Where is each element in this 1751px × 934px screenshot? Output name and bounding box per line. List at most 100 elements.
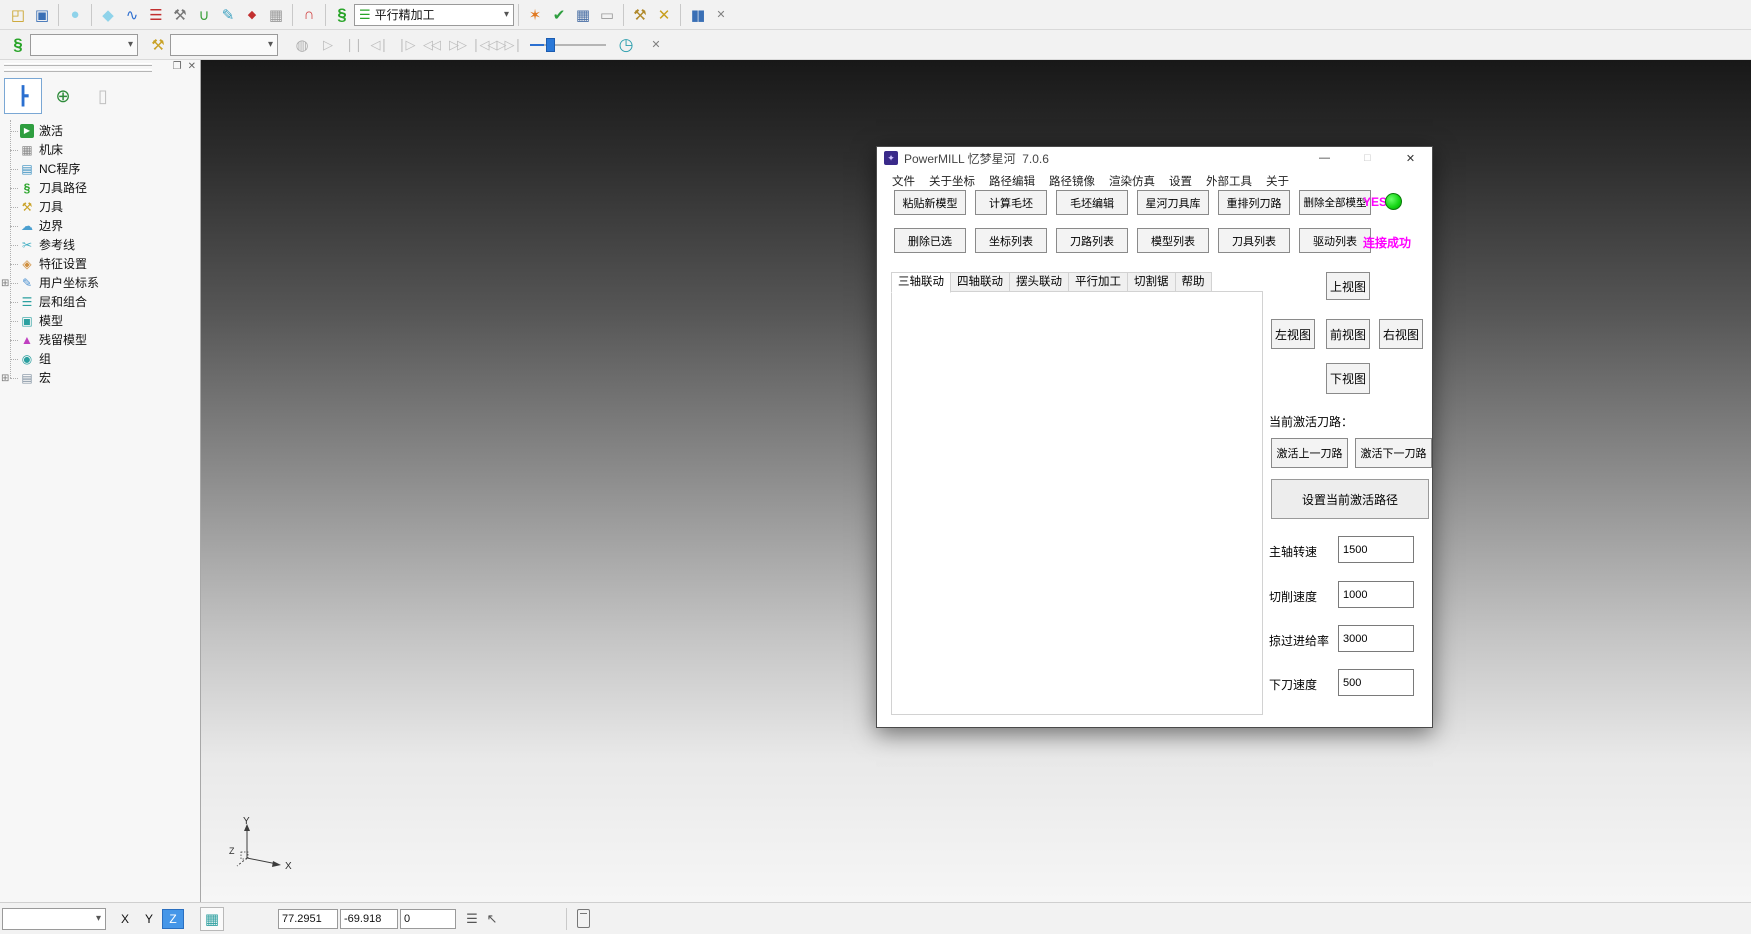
skim-feed-input[interactable] xyxy=(1338,625,1414,652)
menu-render-sim[interactable]: 渲染仿真 xyxy=(1107,171,1157,191)
plunge-feed-input[interactable] xyxy=(1338,669,1414,696)
view-top-button[interactable]: 上视图 xyxy=(1326,272,1370,300)
tree-item-nc-program[interactable]: ▤ NC程序 xyxy=(0,160,200,179)
save-icon[interactable]: ▣ xyxy=(30,3,54,27)
delete-all-models-button[interactable]: 删除全部模型 xyxy=(1299,190,1371,215)
step-back-button[interactable]: ◁❘ xyxy=(366,37,392,53)
ruler-icon[interactable]: ▭ xyxy=(595,3,619,27)
tree-item-group[interactable]: ◉ 组 xyxy=(0,350,200,369)
tree-item-pattern[interactable]: ✂ 参考线 xyxy=(0,236,200,255)
tree-item-levels[interactable]: ☰ 层和组合 xyxy=(0,293,200,312)
toolpath-create-icon[interactable]: ∿ xyxy=(120,3,144,27)
cutting-feed-input[interactable] xyxy=(1338,581,1414,608)
pattern-icon[interactable]: ∪ xyxy=(192,3,216,27)
tab-head-tilt[interactable]: 摆头联动 xyxy=(1010,272,1069,292)
nc-program-icon[interactable]: ☰ xyxy=(144,3,168,27)
tool-list-button[interactable]: 刀具列表 xyxy=(1218,228,1290,253)
tree-item-tool[interactable]: ⚒ 刀具 xyxy=(0,198,200,217)
tool-combobox[interactable]: ▾ xyxy=(170,34,278,56)
tool-change-icon[interactable]: ⚒ xyxy=(628,3,652,27)
menu-path-edit[interactable]: 路径编辑 xyxy=(987,171,1037,191)
dialog-titlebar[interactable]: ✦ PowerMILL 忆梦星河 7.0.6 — □ ✕ xyxy=(877,147,1432,169)
tree-item-toolpath[interactable]: § 刀具路径 xyxy=(0,179,200,198)
toolpath-icon[interactable]: § xyxy=(6,33,30,57)
toolbar-close-icon[interactable]: ✕ xyxy=(709,3,733,27)
workplane-list-button[interactable]: 坐标列表 xyxy=(975,228,1047,253)
expand-icon[interactable]: ⊞ xyxy=(1,274,9,293)
delete-selected-button[interactable]: 删除已选 xyxy=(894,228,966,253)
pause-button[interactable]: ❘❘ xyxy=(340,37,366,53)
play-button[interactable]: ▷ xyxy=(314,37,340,53)
maximize-button[interactable]: □ xyxy=(1346,147,1389,169)
go-to-end-button[interactable]: ▷▷❘ xyxy=(496,37,522,53)
tab-parallel[interactable]: 平行加工 xyxy=(1069,272,1128,292)
tree-item-macro[interactable]: ⊞ ▤ 宏 xyxy=(0,369,200,388)
tool-ball-icon[interactable]: ⚒ xyxy=(168,3,192,27)
toolpath-strategy-icon[interactable]: § xyxy=(330,3,354,27)
clock-icon[interactable]: ◷ xyxy=(614,33,638,57)
rewind-button[interactable]: ◁◁ xyxy=(418,37,444,53)
tree-item-machine[interactable]: ▦ 机床 xyxy=(0,141,200,160)
menu-path-mirror[interactable]: 路径镜像 xyxy=(1047,171,1097,191)
panel-grab-handle[interactable] xyxy=(4,63,152,66)
tab-4axis[interactable]: 四轴联动 xyxy=(951,272,1010,292)
slider-handle[interactable] xyxy=(546,38,555,52)
tree-item-stock-model[interactable]: ▲ 残留模型 xyxy=(0,331,200,350)
simulation-block-icon[interactable]: ▦ xyxy=(264,3,288,27)
status-combobox[interactable]: ▾ xyxy=(2,908,106,930)
collision-check-icon[interactable]: ✶ xyxy=(523,3,547,27)
panel-grab-handle[interactable] xyxy=(4,69,152,72)
view-bottom-button[interactable]: 下视图 xyxy=(1326,363,1370,394)
go-to-start-button[interactable]: ❘◁◁ xyxy=(470,37,496,53)
view-right-button[interactable]: 右视图 xyxy=(1379,319,1423,349)
toolpath-combobox[interactable]: ▾ xyxy=(30,34,138,56)
tool-icon[interactable]: ⚒ xyxy=(146,33,170,57)
tab-explorer-recycle[interactable]: ▯ xyxy=(84,78,122,114)
grid-toggle-button[interactable]: ▦ xyxy=(200,907,224,931)
menu-file[interactable]: 文件 xyxy=(890,171,917,191)
tree-item-boundary[interactable]: ☁ 边界 xyxy=(0,217,200,236)
view-left-button[interactable]: 左视图 xyxy=(1271,319,1315,349)
axis-y-button[interactable]: Y xyxy=(138,909,160,929)
tool-library-button[interactable]: 星河刀具库 xyxy=(1137,190,1209,215)
points-icon[interactable]: ◆ xyxy=(240,3,264,27)
set-active-path-button[interactable]: 设置当前激活路径 xyxy=(1271,479,1429,519)
tab-explorer-web[interactable]: ⊕ xyxy=(44,78,82,114)
view-front-button[interactable]: 前视图 xyxy=(1326,319,1370,349)
lightbulb-icon[interactable]: ◍ xyxy=(290,33,314,57)
verify-icon[interactable]: ✔ xyxy=(547,3,571,27)
transform-icon[interactable]: ✕ xyxy=(652,3,676,27)
stock-model-icon[interactable]: ▮▮ xyxy=(685,3,709,27)
panel-close-icon[interactable]: ✕ xyxy=(188,61,196,72)
shaded-view-icon[interactable]: ● xyxy=(63,3,87,27)
tree-item-activate[interactable]: ▶ 激活 xyxy=(0,122,200,141)
drive-list-button[interactable]: 驱动列表 xyxy=(1299,228,1371,253)
toolpath-list-button[interactable]: 刀路列表 xyxy=(1056,228,1128,253)
reorder-toolpath-button[interactable]: 重排列刀路 xyxy=(1218,190,1290,215)
close-button[interactable]: ✕ xyxy=(1389,147,1432,169)
tree-item-feature-set[interactable]: ◈ 特征设置 xyxy=(0,255,200,274)
tab-explorer-tree[interactable]: ┣ xyxy=(4,78,42,114)
model-list-button[interactable]: 模型列表 xyxy=(1137,228,1209,253)
menu-settings[interactable]: 设置 xyxy=(1167,171,1194,191)
menu-external-tools[interactable]: 外部工具 xyxy=(1204,171,1254,191)
step-forward-button[interactable]: ❘▷ xyxy=(392,37,418,53)
activate-next-toolpath-button[interactable]: 激活下一刀路 xyxy=(1355,438,1432,468)
simulation-speed-slider[interactable] xyxy=(530,38,606,52)
activate-prev-toolpath-button[interactable]: 激活上一刀路 xyxy=(1271,438,1348,468)
panel-dock-icon[interactable]: ❐ xyxy=(173,61,182,72)
open-icon[interactable]: ◰ xyxy=(6,3,30,27)
minimize-button[interactable]: — xyxy=(1303,147,1346,169)
tab-3axis[interactable]: 三轴联动 xyxy=(891,272,951,293)
tab-help[interactable]: 帮助 xyxy=(1176,272,1212,292)
calc-block-button[interactable]: 计算毛坯 xyxy=(975,190,1047,215)
block-icon[interactable]: ◆ xyxy=(96,3,120,27)
menu-workplane[interactable]: 关于坐标 xyxy=(927,171,977,191)
strategy-combobox[interactable]: ☰ 平行精加工 ▾ xyxy=(354,4,514,26)
workplane-edit-icon[interactable]: ✎ xyxy=(216,3,240,27)
dual-screen-icon[interactable] xyxy=(577,909,590,928)
spindle-speed-input[interactable] xyxy=(1338,536,1414,563)
tree-item-workplane[interactable]: ⊞ ✎ 用户坐标系 xyxy=(0,274,200,293)
toolbar-close-icon[interactable]: ✕ xyxy=(644,33,668,57)
fast-forward-button[interactable]: ▷▷ xyxy=(444,37,470,53)
